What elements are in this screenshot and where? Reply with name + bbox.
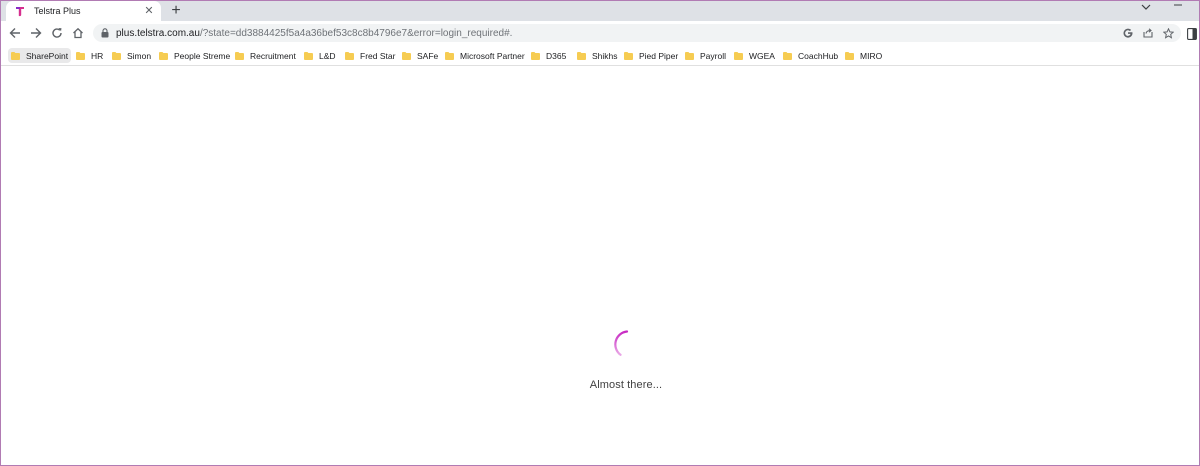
bookmark-hr[interactable]: HR xyxy=(76,48,103,63)
bookmark-label: Payroll xyxy=(700,50,726,61)
bookmark-label: SAFe xyxy=(417,50,439,61)
home-icon xyxy=(73,27,83,39)
arrow-left-icon xyxy=(9,28,20,38)
bookmark-label: L&D xyxy=(319,50,336,61)
folder-icon xyxy=(734,51,743,60)
lock-icon xyxy=(101,28,109,38)
bookmark-pied-piper[interactable]: Pied Piper xyxy=(624,48,678,63)
folder-icon xyxy=(531,51,540,60)
minimize-window-button[interactable] xyxy=(1173,1,1183,13)
bookmark-label: SharePoint xyxy=(26,50,69,61)
folder-icon xyxy=(402,51,411,60)
folder-icon xyxy=(577,51,586,60)
folder-icon xyxy=(624,51,633,60)
folder-icon xyxy=(159,51,168,60)
tab-search-chevron-down-icon[interactable] xyxy=(1141,2,1151,14)
bookmark-label: People Streme xyxy=(174,50,231,61)
arrow-right-icon xyxy=(31,28,42,38)
bookmark-label: D365 xyxy=(546,50,567,61)
bookmark-d365[interactable]: D365 xyxy=(531,48,566,63)
bookmark-wgea[interactable]: WGEA xyxy=(734,48,775,63)
bookmark-label: MIRO xyxy=(860,50,883,61)
share-icon[interactable] xyxy=(1141,26,1155,40)
address-url: plus.telstra.com.au/?state=dd3884425f5a4… xyxy=(116,28,512,39)
url-path: /?state=dd3884425f5a4a36bef53c8c8b4796e7… xyxy=(199,27,513,39)
bookmark-shikhs[interactable]: Shikhs xyxy=(577,48,618,63)
telstra-logo-icon xyxy=(14,5,26,17)
bookmark-label: WGEA xyxy=(749,50,775,61)
bookmark-safe[interactable]: SAFe xyxy=(402,48,438,63)
folder-icon xyxy=(112,51,121,60)
close-tab-icon[interactable]: ✕ xyxy=(143,5,155,17)
bookmarks-bar: SharePoint HR Simon People Streme Recrui… xyxy=(1,45,1199,66)
tab-title: Telstra Plus xyxy=(34,6,81,16)
reload-button[interactable] xyxy=(49,25,65,41)
bookmark-label: Shikhs xyxy=(592,50,618,61)
bookmark-label: Fred Star xyxy=(360,50,396,61)
folder-icon xyxy=(235,51,244,60)
folder-icon xyxy=(11,51,20,60)
bookmark-label: HR xyxy=(91,50,104,61)
bookmark-microsoft-partner[interactable]: Microsoft Partner xyxy=(445,48,525,63)
folder-icon xyxy=(445,51,454,60)
forward-button[interactable] xyxy=(28,25,44,41)
star-icon[interactable] xyxy=(1161,26,1175,40)
browser-toolbar: plus.telstra.com.au/?state=dd3884425f5a4… xyxy=(1,21,1199,45)
tab-telstra-plus[interactable]: Telstra Plus ✕ xyxy=(6,1,161,21)
new-tab-button[interactable]: + xyxy=(168,3,184,19)
bookmark-people-streme[interactable]: People Streme xyxy=(159,48,230,63)
bookmark-simon[interactable]: Simon xyxy=(112,48,151,63)
bookmark-sharepoint[interactable]: SharePoint xyxy=(8,48,72,63)
google-icon[interactable] xyxy=(1121,26,1135,40)
bookmark-label: Microsoft Partner xyxy=(460,50,525,61)
address-bar[interactable]: plus.telstra.com.au/?state=dd3884425f5a4… xyxy=(93,24,1181,42)
page-content: Almost there... xyxy=(1,66,1199,465)
bookmark-label: Pied Piper xyxy=(639,50,679,61)
bookmark-label: Simon xyxy=(127,50,152,61)
bookmark-miro[interactable]: MIRO xyxy=(845,48,882,63)
folder-icon xyxy=(783,51,792,60)
browser-window: Telstra Plus ✕ + plus.telstra.com.au/?st… xyxy=(0,0,1200,466)
side-panel-icon[interactable] xyxy=(1187,27,1197,40)
folder-icon xyxy=(845,51,854,60)
home-button[interactable] xyxy=(70,25,86,41)
reload-icon xyxy=(52,28,62,38)
bookmark-payroll[interactable]: Payroll xyxy=(685,48,726,63)
tab-strip: Telstra Plus ✕ + xyxy=(1,1,1199,21)
folder-icon xyxy=(304,51,313,60)
url-host: plus.telstra.com.au xyxy=(116,27,200,39)
folder-icon xyxy=(76,51,85,60)
loading-message: Almost there... xyxy=(589,379,663,391)
bookmark-recruitment[interactable]: Recruitment xyxy=(235,48,296,63)
bookmark-l-and-d[interactable]: L&D xyxy=(304,48,336,63)
bookmark-label: Recruitment xyxy=(250,50,296,61)
folder-icon xyxy=(345,51,354,60)
bookmark-label: CoachHub xyxy=(798,50,839,61)
back-button[interactable] xyxy=(7,25,23,41)
bookmark-fred-star[interactable]: Fred Star xyxy=(345,48,395,63)
loading-spinner-icon xyxy=(603,326,633,356)
bookmark-coachhub[interactable]: CoachHub xyxy=(783,48,838,63)
folder-icon xyxy=(685,51,694,60)
